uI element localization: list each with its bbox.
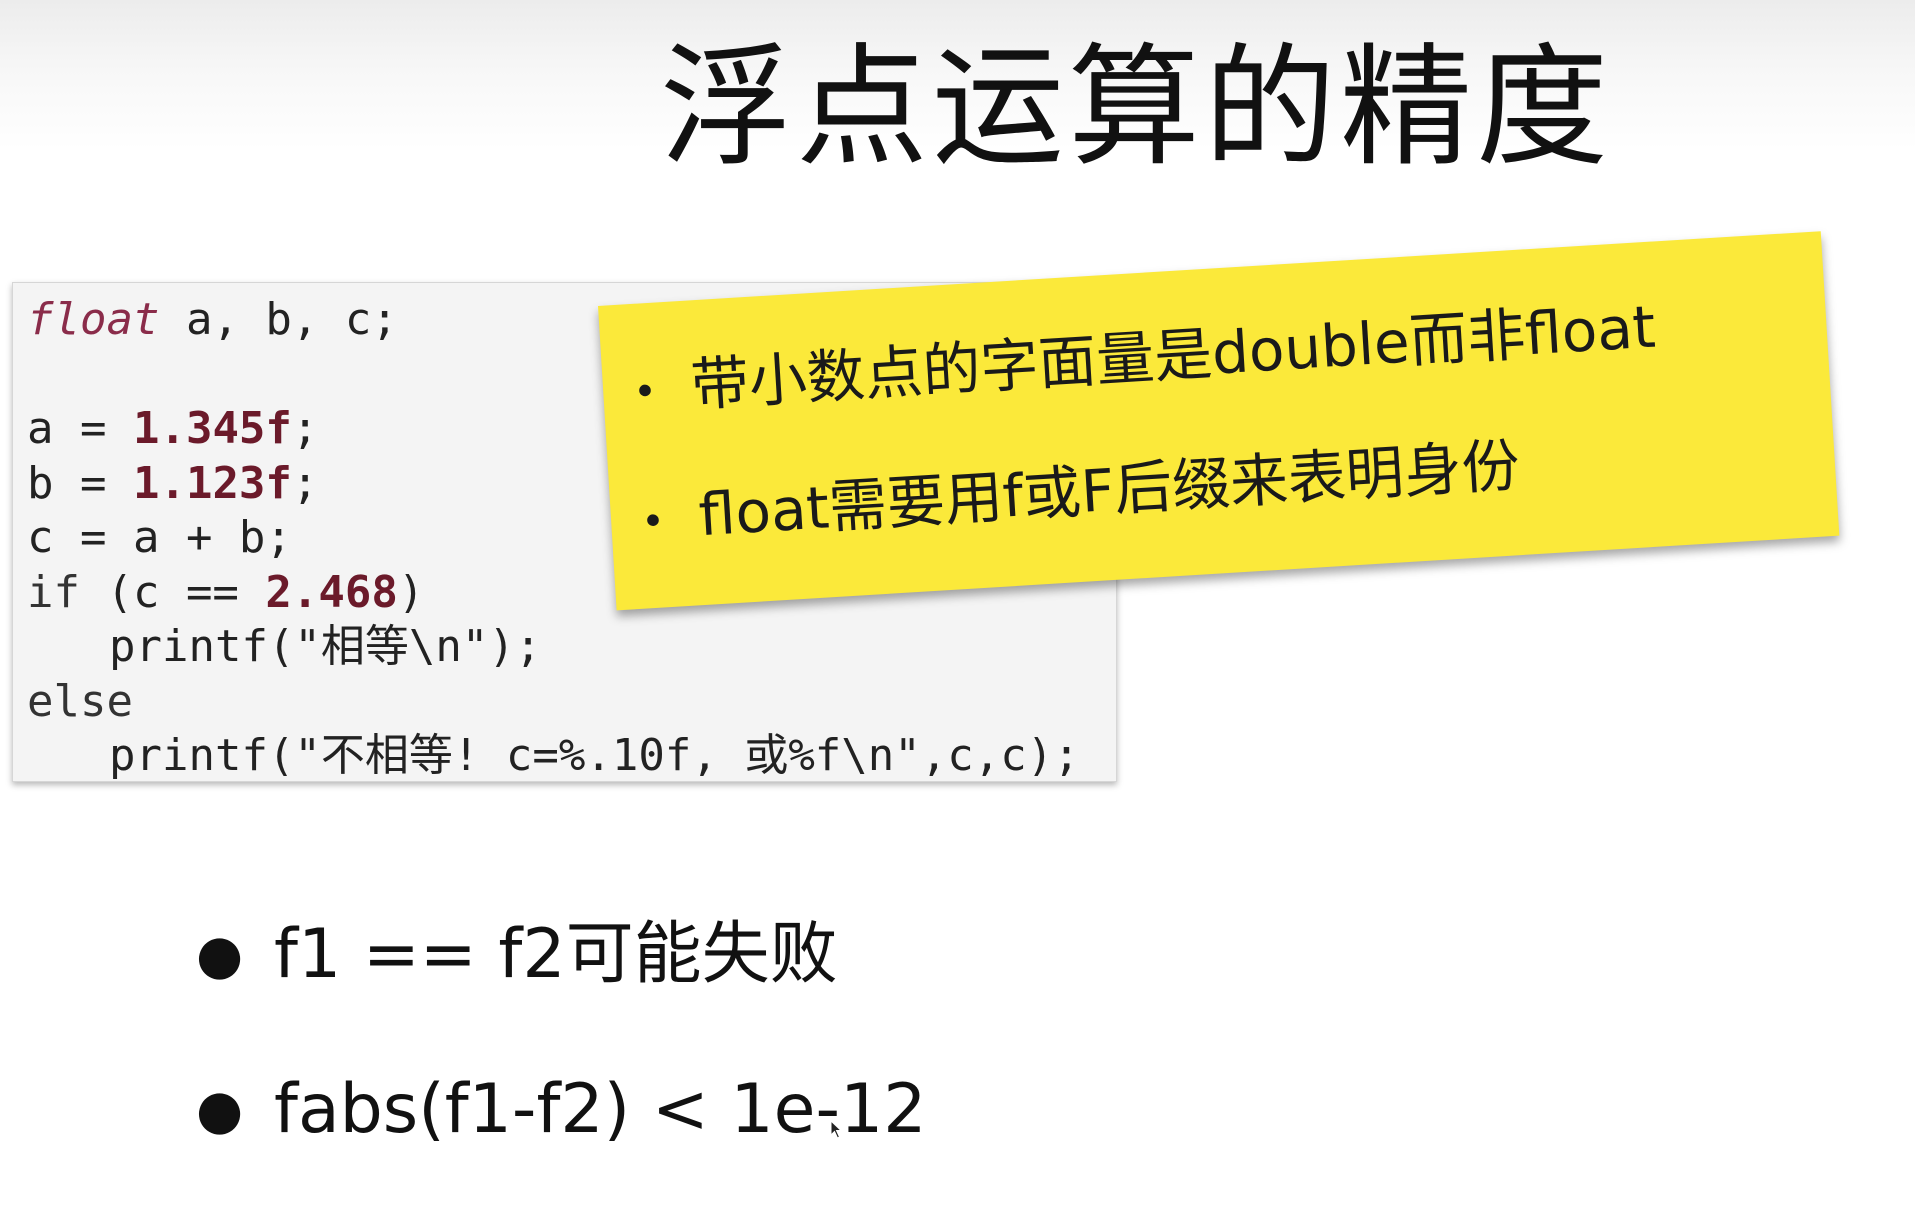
code-text: a, b, c; bbox=[159, 294, 398, 345]
bullet-list: ● f1 == f2可能失败 ● fabs(f1-f2) < 1e-12 bbox=[196, 910, 927, 1220]
slide-title: 浮点运算的精度 bbox=[660, 31, 1612, 185]
bullet-icon: • bbox=[631, 368, 659, 416]
bullet-item: ● fabs(f1-f2) < 1e-12 bbox=[196, 1065, 927, 1155]
bullet-item: ● f1 == f2可能失败 bbox=[196, 910, 927, 1000]
code-keyword: float bbox=[27, 294, 160, 345]
bullet-icon: • bbox=[639, 498, 667, 546]
code-text: a = bbox=[27, 403, 133, 454]
bullet-text: fabs(f1-f2) < 1e-12 bbox=[274, 1070, 927, 1149]
mouse-cursor-icon bbox=[830, 1120, 843, 1139]
code-keyword: if bbox=[27, 566, 80, 618]
sticky-note-item: • float需要用f或F后缀来表明身份 bbox=[639, 411, 1836, 554]
sticky-note-item: • 带小数点的字面量是double而非float bbox=[631, 281, 1828, 424]
code-text: ; bbox=[291, 403, 319, 454]
slide: 浮点运算的精度 float a, b, c; a = 1.345f; b = 1… bbox=[0, 0, 1915, 1186]
code-line-8: else bbox=[27, 675, 1116, 730]
code-text: ) bbox=[397, 566, 425, 618]
sticky-note-text: float需要用f或F后缀来表明身份 bbox=[696, 431, 1522, 550]
code-line-7: printf("相等\n"); bbox=[27, 620, 1116, 675]
code-text: (c == bbox=[79, 566, 266, 618]
code-text: ; bbox=[291, 457, 319, 509]
bullet-icon: ● bbox=[196, 1078, 244, 1141]
code-text: printf("相等\n"); bbox=[109, 621, 542, 672]
bullet-icon: ● bbox=[196, 923, 244, 986]
code-keyword: else bbox=[27, 675, 133, 727]
code-number: 2.468 bbox=[265, 566, 398, 618]
code-number: 1.123f bbox=[132, 457, 292, 509]
code-text: printf("不相等! c=%.10f, 或%f\n",c,c); bbox=[109, 730, 1080, 781]
bullet-text: f1 == f2可能失败 bbox=[274, 915, 838, 994]
code-number: 1.345f bbox=[132, 403, 292, 454]
code-line-9: printf("不相等! c=%.10f, 或%f\n",c,c); bbox=[27, 729, 1116, 781]
code-text: b = bbox=[27, 457, 133, 509]
sticky-note-text: 带小数点的字面量是double而非float bbox=[688, 292, 1658, 420]
